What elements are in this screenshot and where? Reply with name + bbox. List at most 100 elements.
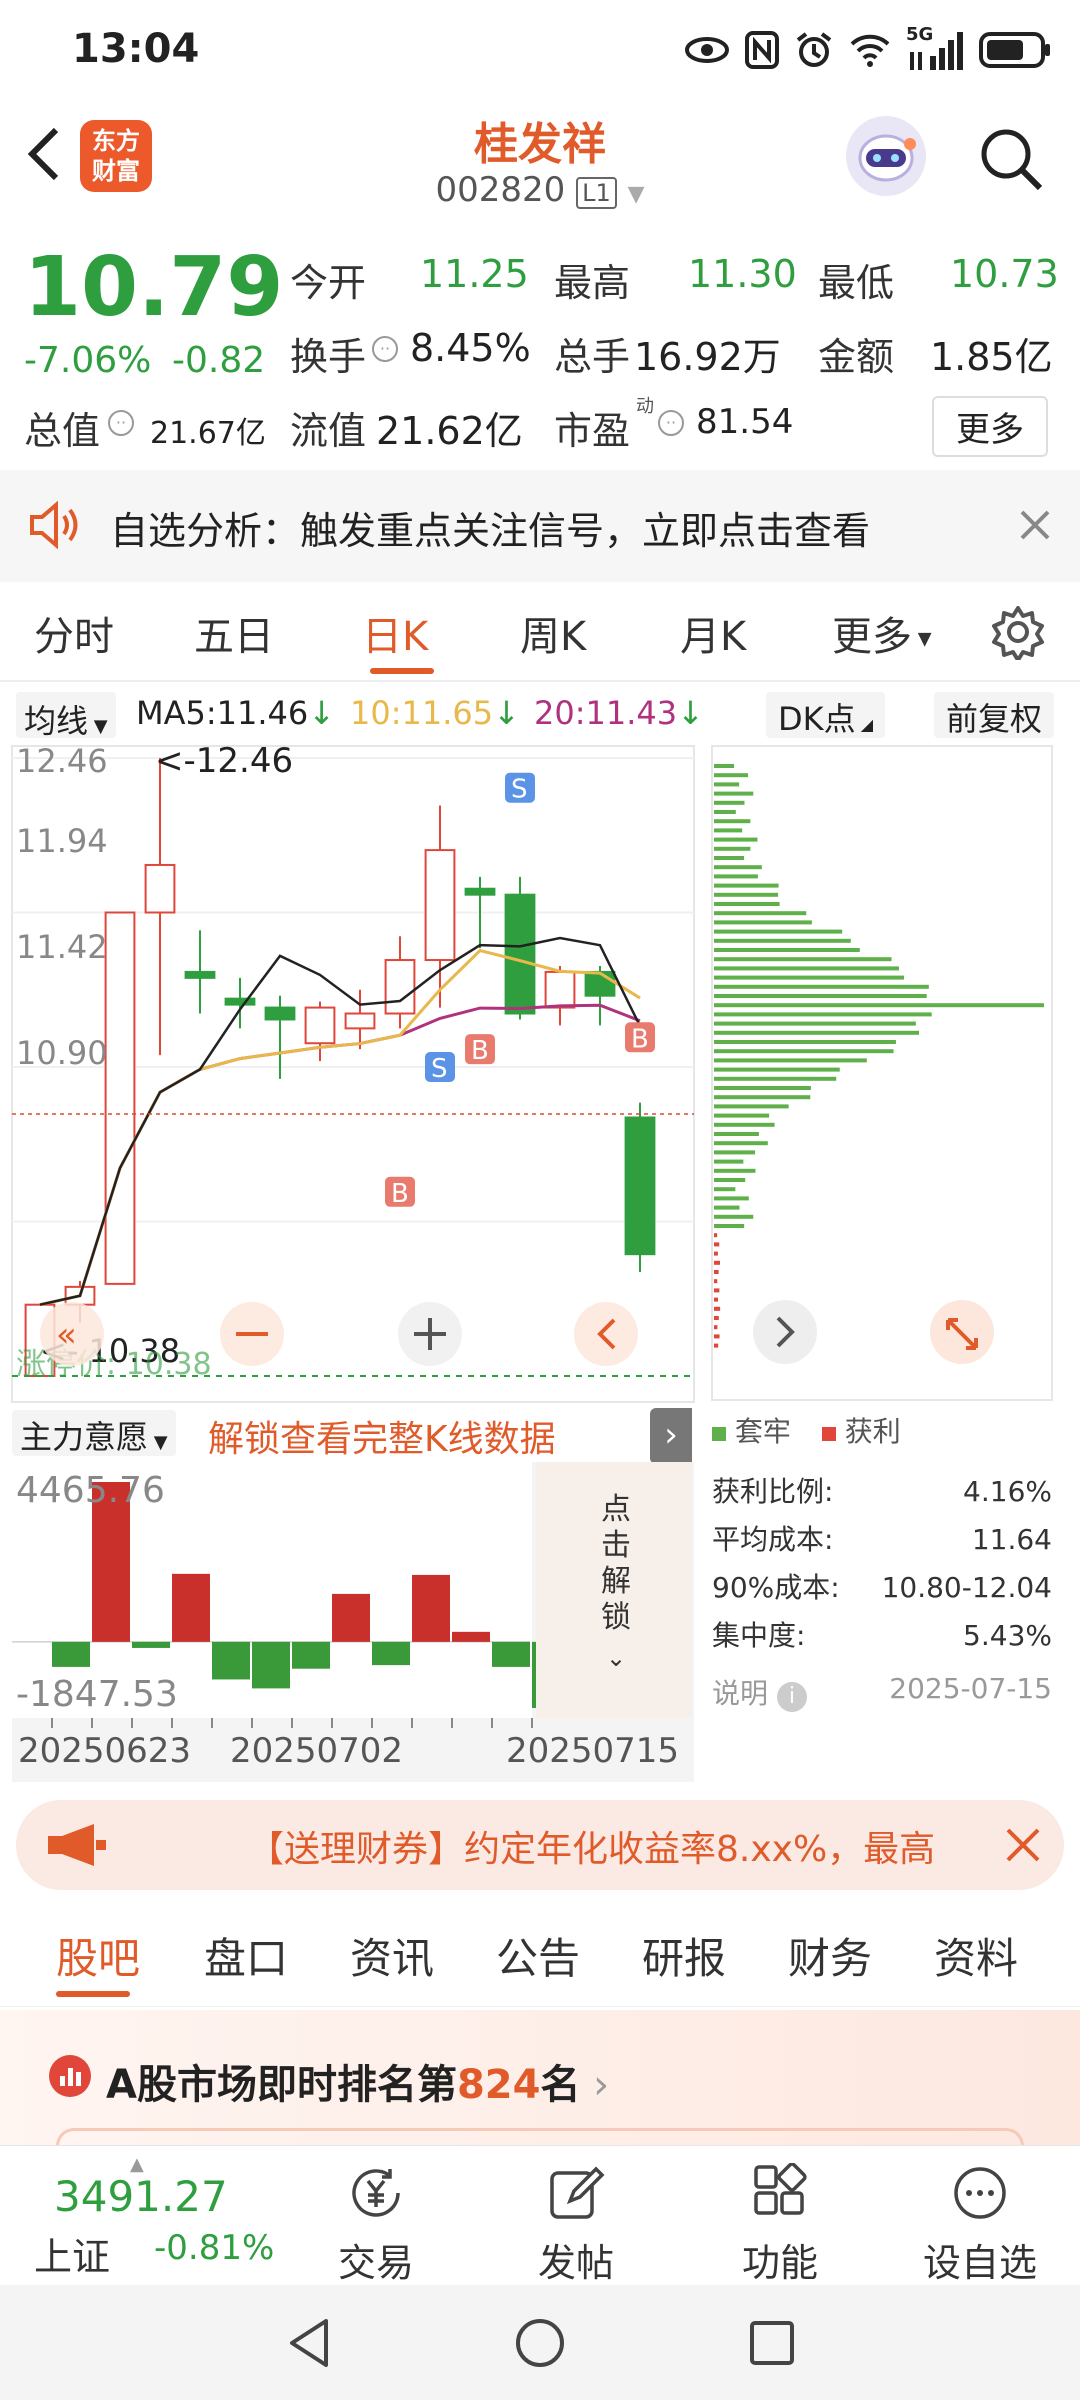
fundflow-chart[interactable]: 4465.76 -1847.53 20250623 20250702 20250… <box>0 1462 700 1782</box>
nav-trade[interactable]: 交易 <box>306 2160 446 2287</box>
chip-distribution-chart <box>711 745 1053 1401</box>
tab-finance[interactable]: 财务 <box>788 1925 872 1986</box>
system-back-icon[interactable] <box>282 2315 338 2371</box>
chevron-down-icon[interactable]: ⌄ <box>598 1644 634 1672</box>
bottom-nav: 3491.27 ▲ 上证 -0.81% 交易 发帖 功能 设自选 <box>0 2145 1080 2285</box>
more-button[interactable]: 更多 <box>932 396 1048 457</box>
profit-swatch <box>821 1427 836 1441</box>
candle-up <box>424 849 456 962</box>
marker-label: B <box>391 1179 409 1209</box>
kline-chart[interactable]: BSBSB 12.46 11.94 11.42 10.90 <-12.46 <-… <box>0 744 700 1404</box>
mktcap-value: 21.67亿 <box>150 416 266 451</box>
nav-post[interactable]: 发帖 <box>506 2160 646 2287</box>
info-dot-icon[interactable]: ·· <box>658 410 684 436</box>
ma5-text: MA5:11.46 <box>136 694 309 732</box>
gear-icon[interactable] <box>990 604 1046 660</box>
float-value: 21.62亿 <box>376 409 523 453</box>
chip-bar-trapped <box>714 1159 744 1164</box>
y-label-4: 10.90 <box>16 1034 108 1072</box>
chip-stat-label: 集中度: <box>712 1619 806 1652</box>
chip-stat-row: 90%成本: 10.80-12.04 <box>712 1564 1052 1612</box>
chip-bar-trapped <box>714 1178 746 1182</box>
nav-functions[interactable]: 功能 <box>710 2160 850 2287</box>
ma20-text: 20:11.43 <box>534 694 678 732</box>
chip-stat-label: 90%成本: <box>712 1571 840 1604</box>
candle-up <box>344 1012 376 1030</box>
tab-news[interactable]: 资讯 <box>350 1925 434 1986</box>
index-name[interactable]: 上证 <box>34 2226 110 2281</box>
tab-more[interactable]: 更多 ▼ <box>832 604 932 662</box>
promo-banner[interactable]: 【送理财券】约定年化收益率8.xx%，最高 <box>16 1800 1064 1890</box>
unlock-kline-link[interactable]: 解锁查看完整K线数据 <box>208 1410 556 1462</box>
chip-bar-trapped <box>714 828 743 833</box>
marker-label: S <box>511 775 528 805</box>
tab-monthly-k[interactable]: 月K <box>680 604 746 662</box>
ma-selector[interactable]: 均线 ▼ <box>16 692 116 740</box>
header: 东方 财富 桂发祥 002820 L1 ▼ <box>0 100 1080 220</box>
system-recents-icon[interactable] <box>744 2315 800 2371</box>
fundflow-ymax: 4465.76 <box>16 1470 165 1511</box>
eye-icon <box>685 37 729 63</box>
tab-more-label: 更多 <box>832 614 912 660</box>
fundflow-bar-in <box>332 1593 370 1642</box>
tab-announcements[interactable]: 公告 <box>496 1925 580 1986</box>
index-value[interactable]: 3491.27 <box>54 2172 228 2221</box>
chip-bar-profit <box>714 1334 720 1339</box>
ma5-value: MA5:11.46↓ <box>136 694 335 732</box>
tab-intraday[interactable]: 分时 <box>34 604 114 662</box>
fundflow-label: 主力意愿 <box>20 1418 149 1456</box>
tab-daily-k[interactable]: 日K <box>362 604 428 662</box>
ranking-number: 824 <box>456 2062 541 2108</box>
candle-down <box>624 1116 656 1256</box>
chip-bar-trapped <box>714 773 749 778</box>
nfc-icon <box>745 31 779 69</box>
x-label-start: 20250623 <box>18 1731 191 1771</box>
adjust-button[interactable]: 前复权 <box>934 692 1055 738</box>
signal-icon: 5G <box>906 24 964 72</box>
fundflow-selector[interactable]: 主力意愿 ▼ <box>12 1410 176 1456</box>
close-icon[interactable] <box>1018 508 1052 542</box>
ranking-suffix: 名 <box>540 2062 581 2108</box>
fundflow-bar-in <box>452 1631 490 1642</box>
chip-bar-trapped <box>714 856 745 860</box>
dk-points-button[interactable]: DK点 ◢ <box>766 692 886 738</box>
tab-pankou[interactable]: 盘口 <box>204 1925 288 1986</box>
tab-research[interactable]: 研报 <box>642 1925 726 1986</box>
tab-profile[interactable]: 资料 <box>934 1925 1018 1986</box>
active-tab-indicator <box>56 1991 130 1997</box>
chip-note-link[interactable]: 说明 i <box>712 1672 807 1712</box>
nav-add-watchlist[interactable]: 设自选 <box>910 2160 1050 2287</box>
fundflow-bar-out <box>252 1641 290 1689</box>
x-label-mid: 20250702 <box>230 1731 403 1771</box>
ma-selector-label: 均线 <box>24 702 89 740</box>
tab-five-day[interactable]: 五日 <box>194 604 274 662</box>
chip-bar-trapped <box>714 911 807 916</box>
chip-bar-trapped <box>714 1224 745 1228</box>
analysis-notice[interactable]: 自选分析：触发重点关注信号，立即点击查看 <box>0 470 1080 582</box>
change-amount: -0.82 <box>172 340 266 381</box>
trapped-swatch <box>712 1427 726 1441</box>
info-dot-icon[interactable]: ·· <box>372 336 398 362</box>
chip-stat-value: 4.16% <box>963 1475 1052 1508</box>
amount-label: 金额 <box>818 335 895 379</box>
system-nav-bar <box>0 2285 1080 2400</box>
search-icon[interactable] <box>978 126 1044 192</box>
status-time: 13:04 <box>72 26 200 72</box>
tab-weekly-k[interactable]: 周K <box>520 604 586 662</box>
low-limit-text: 涨停价: 10.38 <box>16 1347 212 1382</box>
system-home-icon[interactable] <box>512 2315 568 2371</box>
expand-arrow-button[interactable]: › <box>650 1408 692 1464</box>
info-dot-icon[interactable]: ·· <box>108 410 134 436</box>
chip-bar-trapped <box>714 1040 896 1044</box>
robot-avatar-icon[interactable] <box>846 116 926 196</box>
max-marker: <-12.46 <box>155 744 293 781</box>
chip-stat-row: 获利比例: 4.16% <box>712 1468 1052 1516</box>
unlock-side-text[interactable]: 点击解锁 <box>598 1492 634 1636</box>
ranking-banner[interactable]: A股市场即时排名第824名 › <box>0 2010 1080 2158</box>
chip-bar-profit <box>714 1325 718 1330</box>
chip-bar-trapped <box>714 1214 754 1219</box>
kline-area: 均线 ▼ MA5:11.46↓ 10:11.65↓ 20:11.43↓ DK点 … <box>0 682 1080 1782</box>
close-icon[interactable] <box>1004 1826 1042 1864</box>
arrow-down-icon: ↓ <box>677 694 704 732</box>
tab-guba[interactable]: 股吧 <box>56 1925 140 1986</box>
